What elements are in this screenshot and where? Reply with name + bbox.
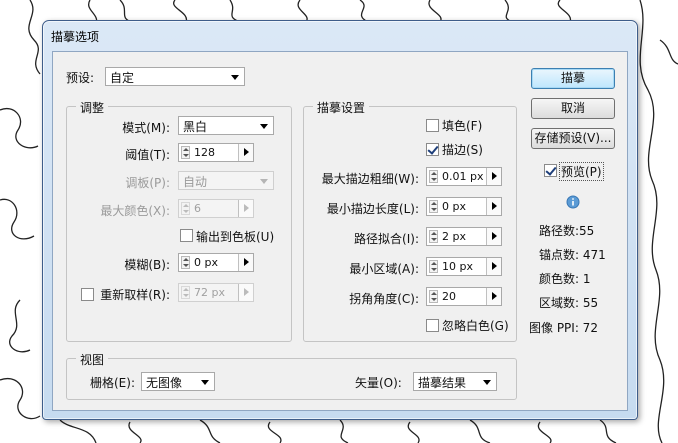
slider-popup-icon[interactable]	[238, 284, 253, 301]
max-stroke-weight-field[interactable]: 0.01 px	[426, 167, 502, 186]
info-icon	[566, 195, 580, 209]
stepper-icon[interactable]	[181, 146, 190, 159]
blur-field[interactable]: 0 px	[178, 253, 254, 272]
threshold-label: 阈值(T):	[125, 148, 170, 162]
min-area-value: 10 px	[442, 260, 473, 273]
palette-select[interactable]: 自动	[178, 171, 274, 190]
adjust-legend: 调整	[76, 99, 109, 116]
slider-popup-icon[interactable]	[486, 168, 501, 185]
corner-angle-field[interactable]: 20	[426, 287, 502, 306]
slider-popup-icon[interactable]	[486, 228, 501, 245]
stat-paths: 路径数:55	[539, 224, 595, 238]
stroke-label: 描边(S)	[442, 143, 483, 157]
raster-label: 栅格(E):	[90, 376, 135, 390]
path-fitting-field[interactable]: 2 px	[426, 227, 502, 246]
resample-value: 72 px	[194, 286, 225, 299]
min-area-field[interactable]: 10 px	[426, 257, 502, 276]
chevron-down-icon	[483, 380, 491, 385]
preview-label: 预览(P)	[559, 162, 604, 181]
chevron-down-icon	[201, 380, 209, 385]
vector-value: 描摹结果	[418, 376, 467, 390]
preset-select[interactable]: 自定	[105, 67, 245, 86]
preset-label: 预设:	[66, 71, 95, 85]
output-swatches-checkbox[interactable]	[180, 229, 193, 242]
stepper-icon[interactable]	[181, 256, 190, 269]
stat-colors: 颜色数: 1	[539, 272, 591, 286]
dialog-title: 描摹选项	[51, 30, 100, 44]
trace-settings-legend: 描摹设置	[313, 99, 370, 116]
stepper-icon[interactable]	[429, 260, 438, 273]
chevron-down-icon	[260, 124, 268, 129]
slider-popup-icon[interactable]	[486, 198, 501, 215]
max-stroke-weight-label: 最大描边粗细(W):	[321, 172, 419, 186]
corner-angle-label: 拐角角度(C):	[349, 292, 419, 306]
min-stroke-length-field[interactable]: 0 px	[426, 197, 502, 216]
chevron-down-icon	[231, 75, 239, 80]
ignore-white-label: 忽略白色(G)	[442, 319, 509, 333]
title-bar[interactable]: 描摹选项	[43, 21, 637, 51]
mode-label: 模式(M):	[122, 121, 170, 135]
adjust-group: 调整	[66, 99, 292, 342]
stroke-checkbox[interactable]	[426, 143, 439, 156]
slider-popup-icon[interactable]	[238, 144, 253, 161]
slider-popup-icon[interactable]	[486, 288, 501, 305]
cancel-button[interactable]: 取消	[531, 98, 615, 119]
preset-value: 自定	[110, 71, 135, 85]
blur-value: 0 px	[194, 256, 218, 269]
threshold-field[interactable]: 128	[178, 143, 254, 162]
trace-options-dialog: 描摹选项 预设: 自定 调整 模式(M): 黑白 阈值(T): 128 调板(P…	[42, 20, 638, 420]
max-colors-field[interactable]: 6	[178, 199, 254, 218]
palette-value: 自动	[183, 175, 208, 189]
threshold-value: 128	[194, 146, 215, 159]
slider-popup-icon[interactable]	[486, 258, 501, 275]
raster-select[interactable]: 无图像	[141, 372, 215, 391]
raster-value: 无图像	[146, 376, 183, 390]
min-stroke-length-label: 最小描边长度(L):	[326, 202, 419, 216]
fill-checkbox[interactable]	[426, 119, 439, 132]
resample-label: 重新取样(R):	[100, 288, 170, 302]
stepper-icon[interactable]	[429, 290, 438, 303]
stepper-icon[interactable]	[429, 170, 438, 183]
stepper-icon[interactable]	[429, 200, 438, 213]
path-fitting-label: 路径拟合(I):	[354, 232, 419, 246]
dialog-body: 预设: 自定 调整 模式(M): 黑白 阈值(T): 128 调板(P): 自动…	[52, 51, 628, 411]
chevron-down-icon	[260, 179, 268, 184]
max-colors-label: 最大颜色(X):	[100, 204, 170, 218]
slider-popup-icon[interactable]	[238, 254, 253, 271]
vector-label: 矢量(O):	[355, 376, 402, 390]
path-fitting-value: 2 px	[442, 230, 466, 243]
vector-select[interactable]: 描摹结果	[413, 372, 497, 391]
stepper-icon[interactable]	[181, 286, 190, 299]
stepper-icon[interactable]	[429, 230, 438, 243]
mode-select[interactable]: 黑白	[178, 116, 274, 135]
slider-popup-icon[interactable]	[238, 200, 253, 217]
output-swatches-label: 输出到色板(U)	[196, 230, 275, 244]
save-preset-button[interactable]: 存储预设(V)...	[531, 128, 615, 149]
resample-field[interactable]: 72 px	[178, 283, 254, 302]
ignore-white-checkbox[interactable]	[426, 319, 439, 332]
trace-button[interactable]: 描摹	[531, 68, 615, 89]
view-legend: 视图	[76, 351, 109, 368]
stat-image-ppi: 图像 PPI: 72	[529, 321, 598, 335]
blur-label: 模糊(B):	[124, 258, 170, 272]
stepper-icon[interactable]	[181, 202, 190, 215]
max-colors-value: 6	[194, 202, 201, 215]
min-stroke-length-value: 0 px	[442, 200, 466, 213]
stat-areas: 区域数: 55	[539, 296, 599, 310]
max-stroke-weight-value: 0.01 px	[442, 170, 484, 183]
corner-angle-value: 20	[442, 290, 456, 303]
min-area-label: 最小区域(A):	[349, 262, 419, 276]
mode-value: 黑白	[183, 120, 208, 134]
palette-label: 调板(P):	[125, 176, 170, 190]
preview-checkbox[interactable]	[544, 164, 557, 177]
fill-label: 填色(F)	[442, 119, 483, 133]
stat-anchors: 锚点数: 471	[539, 248, 606, 262]
